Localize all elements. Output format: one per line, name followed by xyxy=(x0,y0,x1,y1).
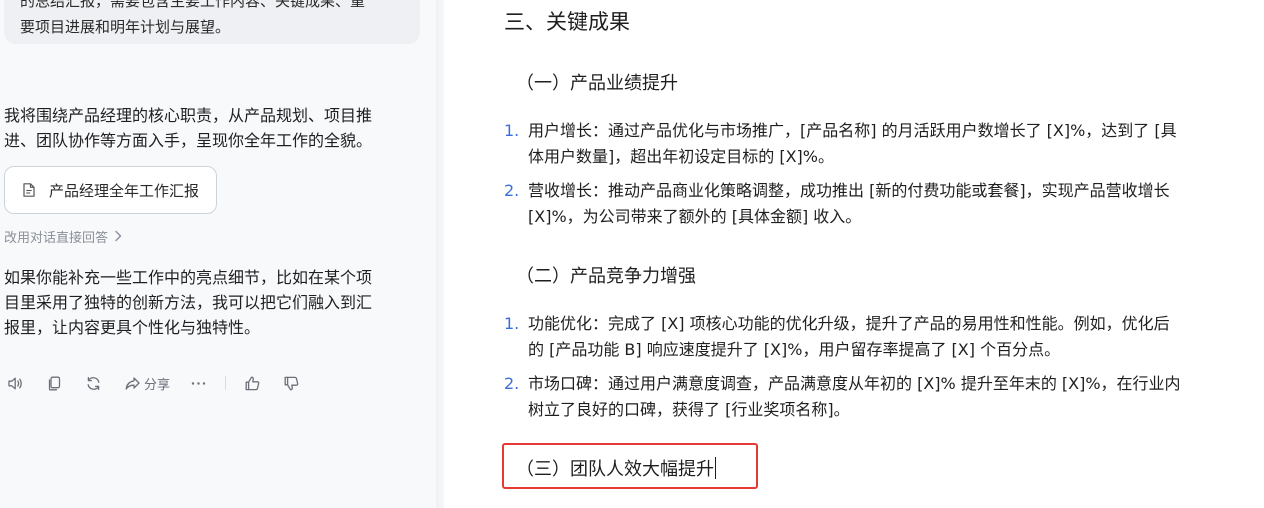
assistant-reply-intro: 我将围绕产品经理的核心职责，从产品规划、项目推 进、团队协作等方面入手，呈现你全… xyxy=(4,103,418,153)
list-item: 2. 营收增长：推动产品商业化策略调整，成功推出 [新的付费功能或套餐]，实现产… xyxy=(504,178,1244,230)
subsection-heading: （二）产品竞争力增强 xyxy=(516,266,696,287)
list-item-line: 用户增长：通过产品优化与市场推广，[产品名称] 的月活跃用户数增长了 [X]%，… xyxy=(528,121,1177,140)
panel-divider xyxy=(436,0,444,508)
regenerate-button[interactable] xyxy=(85,371,102,395)
like-button[interactable] xyxy=(244,371,261,395)
list-item-line: 市场口碑：通过用户满意度调查，产品满意度从年初的 [X]% 提升至年末的 [X]… xyxy=(528,374,1181,393)
list-item: 2. 市场口碑：通过用户满意度调查，产品满意度从年初的 [X]% 提升至年末的 … xyxy=(504,371,1244,423)
thumbs-down-icon xyxy=(284,376,299,390)
document-icon xyxy=(23,183,35,197)
subsection-heading-text: （三）团队人效大幅提升 xyxy=(516,459,714,480)
subsection-heading-editing[interactable]: （三）团队人效大幅提升 xyxy=(516,457,716,483)
list-number: 2. xyxy=(504,374,520,393)
document-card-label: 产品经理全年工作汇报 xyxy=(49,181,200,200)
thumbs-up-icon xyxy=(245,376,260,390)
reply-line: 如果你能补充一些工作中的亮点细节，比如在某个项 xyxy=(4,268,373,287)
reply-line: 报里，让内容更具个性化与独特性。 xyxy=(4,318,261,337)
text-cursor xyxy=(715,457,716,479)
assistant-reply-followup: 如果你能补充一些工作中的亮点细节，比如在某个项 目里采用了独特的创新方法，我可以… xyxy=(4,265,418,340)
list-number: 1. xyxy=(504,314,520,333)
list-number: 2. xyxy=(504,181,520,200)
dislike-button[interactable] xyxy=(283,371,300,395)
action-divider xyxy=(225,376,227,390)
document-card[interactable]: 产品经理全年工作汇报 xyxy=(4,166,217,214)
share-icon xyxy=(125,376,140,390)
reply-line: 进、团队协作等方面入手，呈现你全年工作的全貌。 xyxy=(4,131,373,150)
reply-line: 目里采用了独特的创新方法，我可以把它们融入到汇 xyxy=(4,293,373,312)
user-message-line: 要项目进展和明年计划与展望。 xyxy=(20,18,231,36)
list-item-line: 功能优化：完成了 [X] 项核心功能的优化升级，提升了产品的易用性和性能。例如，… xyxy=(528,314,1170,333)
reply-line: 我将围绕产品经理的核心职责，从产品规划、项目推 xyxy=(4,106,373,125)
list-item: 1. 用户增长：通过产品优化与市场推广，[产品名称] 的月活跃用户数增长了 [X… xyxy=(504,118,1244,170)
more-button[interactable] xyxy=(190,371,207,395)
chevron-right-icon xyxy=(115,230,122,242)
user-message-line: 的总结汇报，需要包含主要工作内容、关键成果、重 xyxy=(20,0,366,10)
user-message-bubble: 的总结汇报，需要包含主要工作内容、关键成果、重 要项目进展和明年计划与展望。 xyxy=(4,0,420,44)
copy-button[interactable] xyxy=(46,371,63,395)
list-item-line: 体用户数量]，超出年初设定目标的 [X]%。 xyxy=(528,147,834,166)
share-label: 分享 xyxy=(144,377,171,393)
subsection-heading: （一）产品业绩提升 xyxy=(516,73,678,94)
list-item-line: [X]%，为公司带来了额外的 [具体金额] 收入。 xyxy=(528,207,862,226)
direct-answer-label: 改用对话直接回答 xyxy=(4,230,109,246)
highlight-annotation-box: （三）团队人效大幅提升 xyxy=(502,443,758,489)
list-item-line: 树立了良好的口碑，获得了 [行业奖项名称]。 xyxy=(528,400,850,419)
more-icon xyxy=(191,381,206,385)
list-item-line: 营收增长：推动产品商业化策略调整，成功推出 [新的付费功能或套餐]，实现产品营收… xyxy=(528,181,1170,200)
regenerate-icon xyxy=(87,376,100,390)
list-number: 1. xyxy=(504,121,520,140)
chat-panel: 的总结汇报，需要包含主要工作内容、关键成果、重 要项目进展和明年计划与展望。 我… xyxy=(0,0,436,508)
read-aloud-button[interactable] xyxy=(7,371,24,395)
speaker-icon xyxy=(8,377,22,389)
list-item: 1. 功能优化：完成了 [X] 项核心功能的优化升级，提升了产品的易用性和性能。… xyxy=(504,311,1244,363)
list-item-line: 的 [产品功能 B] 响应速度提升了 [X]%，用户留存率提高了 [X] 个百分… xyxy=(528,340,1061,359)
message-action-bar: 分享 xyxy=(0,371,300,395)
document-editor[interactable]: 三、关键成果 （一）产品业绩提升 1. 用户增长：通过产品优化与市场推广，[产品… xyxy=(444,0,1264,508)
direct-answer-link[interactable]: 改用对话直接回答 xyxy=(4,226,122,246)
section-heading: 三、关键成果 xyxy=(504,10,630,34)
copy-icon xyxy=(48,376,61,390)
share-button[interactable]: 分享 xyxy=(124,371,170,395)
app-window: 的总结汇报，需要包含主要工作内容、关键成果、重 要项目进展和明年计划与展望。 我… xyxy=(0,0,1264,508)
